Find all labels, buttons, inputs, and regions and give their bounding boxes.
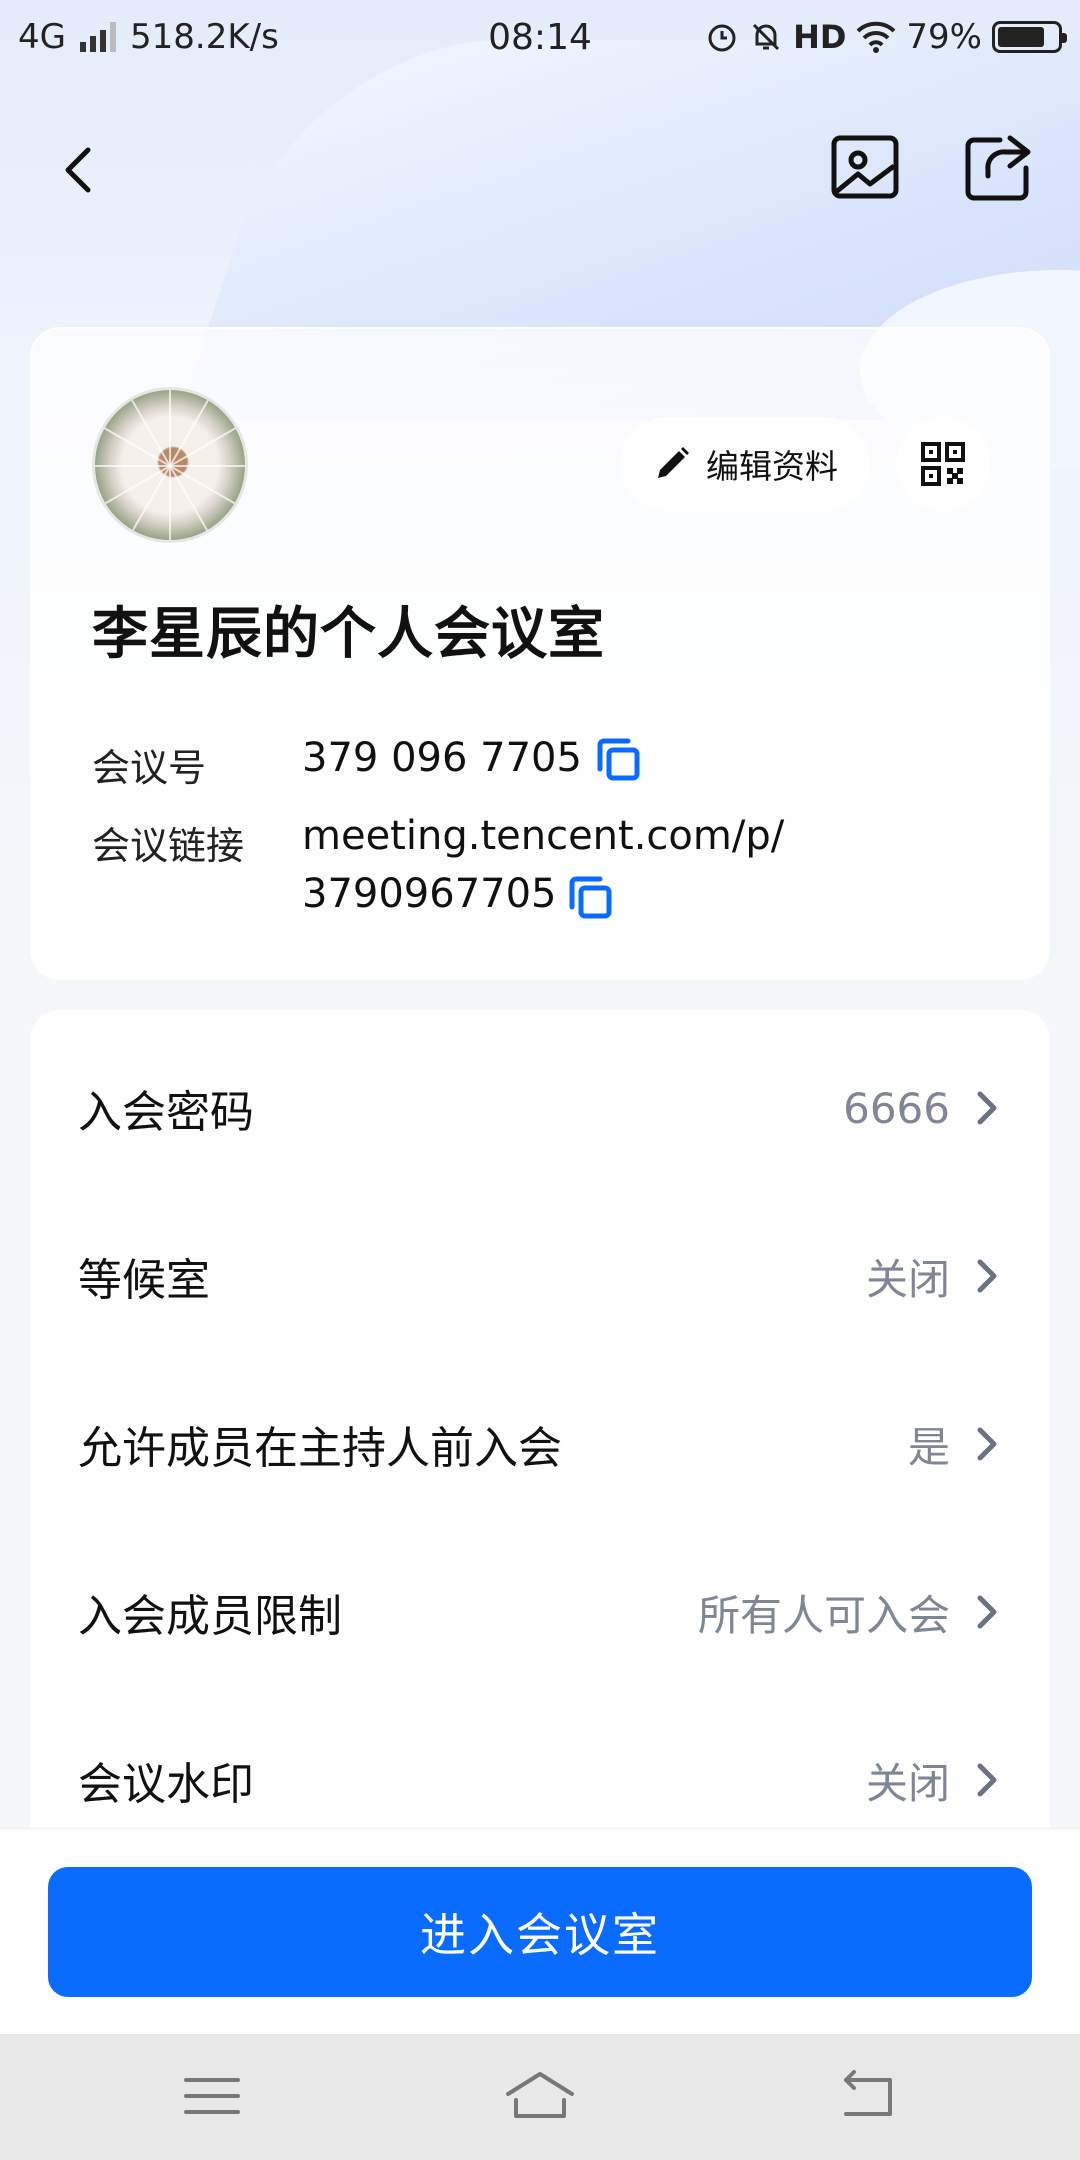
setting-label: 等候室 xyxy=(78,1255,210,1306)
meeting-id-label: 会议号 xyxy=(92,746,207,790)
share-icon[interactable] xyxy=(960,130,1036,206)
chevron-right-icon xyxy=(977,1259,997,1293)
signal-icon xyxy=(79,22,116,52)
edit-profile-label: 编辑资料 xyxy=(706,447,838,486)
battery-percent: 79% xyxy=(906,17,982,57)
setting-value: 6666 xyxy=(843,1083,950,1133)
pencil-icon xyxy=(658,447,689,478)
status-bar: 4G 518.2K/s 08:14 HD 79% xyxy=(0,0,1080,74)
image-icon[interactable] xyxy=(828,130,904,206)
copy-meeting-id-icon[interactable] xyxy=(596,737,642,783)
mute-bell-icon xyxy=(753,23,780,51)
setting-value: 是 xyxy=(907,1422,950,1472)
setting-label: 允许成员在主持人前入会 xyxy=(78,1423,562,1474)
settings-list: 入会密码 6666 等候室 关闭 允许成员在主持人前入会 是 入会成员限制 所有… xyxy=(30,1010,1050,1830)
chevron-right-icon xyxy=(977,1763,997,1797)
setting-row-member-limit[interactable]: 入会成员限制 所有人可入会 xyxy=(30,1528,1050,1696)
back-arrow-icon[interactable] xyxy=(50,140,110,200)
setting-row-join-before-host[interactable]: 允许成员在主持人前入会 是 xyxy=(30,1360,1050,1528)
network-speed: 518.2K/s xyxy=(129,17,279,57)
meeting-room-card: 编辑资料 李星辰的个人会议室 会议号 379 096 7705 会议链接 mee… xyxy=(30,327,1050,980)
home-icon[interactable] xyxy=(500,2066,580,2126)
qr-code-button[interactable] xyxy=(896,417,990,511)
wifi-icon xyxy=(857,21,896,53)
hd-indicator: HD xyxy=(793,18,847,56)
top-nav xyxy=(0,120,1080,220)
meeting-link-line2: 3790967705 xyxy=(302,871,557,917)
back-icon[interactable] xyxy=(828,2066,908,2126)
bottom-action-area: 进入会议室 xyxy=(0,1828,1080,2034)
qr-code-icon xyxy=(921,442,965,486)
setting-label: 会议水印 xyxy=(78,1759,254,1810)
enter-meeting-room-button[interactable]: 进入会议室 xyxy=(48,1867,1032,1997)
setting-row-waiting-room[interactable]: 等候室 关闭 xyxy=(30,1192,1050,1360)
meeting-link-line1: meeting.tencent.com/p/ xyxy=(302,813,785,859)
setting-label: 入会密码 xyxy=(78,1087,254,1138)
chevron-right-icon xyxy=(977,1595,997,1629)
edit-profile-button[interactable]: 编辑资料 xyxy=(620,417,870,511)
setting-value: 关闭 xyxy=(865,1254,950,1304)
setting-value: 所有人可入会 xyxy=(697,1590,950,1640)
setting-value: 关闭 xyxy=(865,1758,950,1808)
room-title: 李星辰的个人会议室 xyxy=(92,602,605,667)
menu-icon[interactable] xyxy=(172,2066,252,2126)
alarm-icon xyxy=(708,24,736,52)
meeting-link-label: 会议链接 xyxy=(92,824,245,868)
battery-icon xyxy=(992,21,1067,53)
network-type: 4G xyxy=(18,17,66,57)
setting-row-password[interactable]: 入会密码 6666 xyxy=(30,1024,1050,1192)
meeting-id-value: 379 096 7705 xyxy=(302,735,582,781)
copy-meeting-link-icon[interactable] xyxy=(568,875,614,921)
setting-label: 入会成员限制 xyxy=(78,1591,342,1642)
chevron-right-icon xyxy=(977,1091,997,1125)
system-navigation-bar xyxy=(0,2034,1080,2160)
avatar[interactable] xyxy=(92,387,248,543)
chevron-right-icon xyxy=(977,1427,997,1461)
